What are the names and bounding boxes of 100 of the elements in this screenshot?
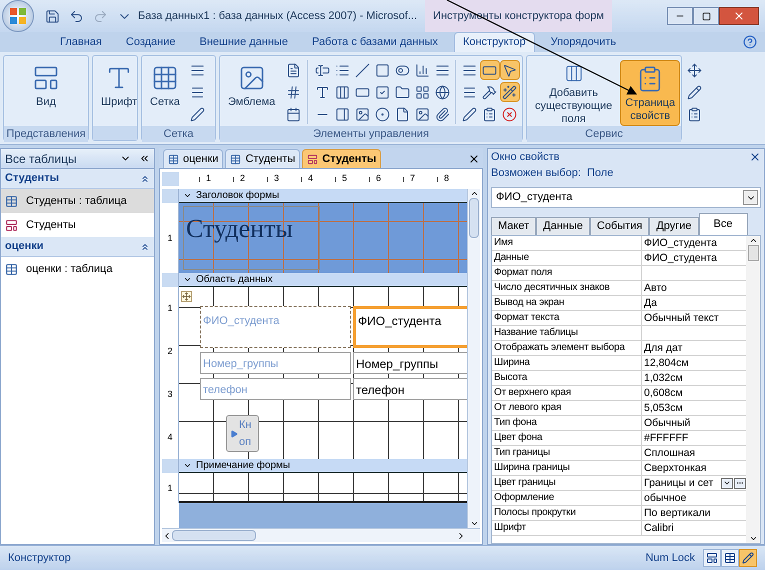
grid-button[interactable]: Сетка: [146, 60, 184, 126]
vertical-scrollbar[interactable]: [467, 189, 480, 528]
group-label-bar: [93, 126, 137, 140]
property-value[interactable]: Авто: [644, 281, 746, 295]
section-bar[interactable]: Примечание формы: [179, 459, 467, 473]
document-tab[interactable]: Студенты: [225, 149, 300, 168]
property-name: От верхнего края: [492, 386, 642, 400]
document-tab[interactable]: Студенты: [302, 149, 382, 168]
view-button[interactable]: Вид: [28, 60, 64, 126]
property-value[interactable]: 5,053см: [644, 401, 746, 415]
text-box[interactable]: телефон: [353, 378, 467, 400]
property-value[interactable]: Для дат: [644, 341, 746, 355]
view-switch-button[interactable]: [739, 549, 757, 567]
property-value[interactable]: Сплошная: [644, 446, 746, 460]
property-name: Ширина границы: [492, 461, 642, 475]
scroll-thumb[interactable]: [469, 198, 479, 238]
property-value[interactable]: 12,804см: [644, 356, 746, 370]
logo-button[interactable]: Эмблема: [224, 60, 280, 126]
property-name: Высота: [492, 371, 642, 385]
close-icon[interactable]: [468, 153, 480, 165]
group-header[interactable]: оценки: [1, 237, 154, 257]
ribbon-tab[interactable]: Внешние данные: [192, 32, 296, 52]
scroll-down-icon[interactable]: [470, 519, 478, 528]
property-value[interactable]: ФИО_студента: [644, 251, 746, 265]
table-icon: [168, 154, 179, 164]
close-icon[interactable]: [749, 151, 761, 163]
property-tab[interactable]: Макет: [491, 217, 536, 235]
ruler-number: 5: [342, 172, 347, 186]
help-icon[interactable]: [743, 35, 757, 49]
view-icon: [32, 64, 60, 92]
property-value[interactable]: Да: [644, 296, 746, 310]
font-button[interactable]: Шрифт: [97, 60, 142, 126]
collapse-icon[interactable]: [140, 242, 150, 252]
nav-item[interactable]: оценки : таблица: [1, 257, 154, 281]
ribbon-tab[interactable]: Упорядочить: [542, 32, 624, 52]
maximize-button[interactable]: [693, 7, 719, 25]
object-selector[interactable]: ФИО_студента: [491, 187, 761, 208]
close-button[interactable]: [719, 7, 759, 25]
form-view-icon: [706, 552, 718, 564]
property-value[interactable]: Сверхтонкая: [644, 461, 746, 475]
nav-item[interactable]: Студенты : таблица: [1, 189, 154, 213]
scroll-up-icon[interactable]: [748, 236, 758, 245]
property-value[interactable]: 1,032см: [644, 371, 746, 385]
box-icon[interactable]: [480, 60, 500, 80]
design-view-icon: [742, 552, 754, 564]
scroll-thumb[interactable]: [748, 245, 758, 261]
scroll-thumb[interactable]: [172, 530, 256, 541]
view-switch-button[interactable]: [721, 549, 739, 567]
ribbon-tab[interactable]: Главная: [52, 32, 110, 52]
collapse-icon: [183, 461, 192, 470]
section-bar[interactable]: Заголовок формы: [179, 189, 467, 203]
property-name: Отображать элемент выбора: [492, 341, 642, 355]
scroll-down-icon[interactable]: [748, 534, 758, 543]
document-tab[interactable]: оценки: [163, 149, 224, 168]
property-value[interactable]: обычное: [644, 491, 746, 505]
group-header[interactable]: Студенты: [1, 169, 154, 189]
property-value[interactable]: Обычный текст: [644, 311, 746, 325]
ribbon-tab[interactable]: Создание: [118, 32, 184, 52]
nav-item[interactable]: Студенты: [1, 213, 154, 237]
property-value[interactable]: Calibri: [644, 521, 746, 535]
maximize-icon: [702, 12, 710, 20]
table-icon: [230, 154, 242, 164]
property-name: Ширина: [492, 356, 642, 370]
ruler-number: 3: [274, 172, 279, 186]
text-box[interactable]: ФИО_студента: [353, 306, 467, 348]
property-tab[interactable]: События: [590, 217, 650, 235]
move-handle-icon[interactable]: [181, 291, 192, 302]
collapse-icon[interactable]: [140, 174, 150, 184]
property-tab[interactable]: Данные: [536, 217, 590, 235]
property-value[interactable]: #FFFFFF: [644, 431, 746, 445]
property-value[interactable]: Обычный: [644, 416, 746, 430]
section-bar[interactable]: Область данных: [179, 273, 467, 287]
horizontal-scrollbar[interactable]: [162, 528, 480, 542]
add-fields-button[interactable]: Добавить существующие поля: [531, 60, 616, 126]
ruler-number: 1: [167, 234, 172, 242]
play-icon: [230, 430, 238, 438]
vertical-scrollbar[interactable]: [746, 236, 760, 543]
property-value[interactable]: По вертикали: [644, 506, 746, 520]
view-switch-button[interactable]: [703, 549, 721, 567]
wand-icon[interactable]: [500, 82, 520, 102]
property-name: Имя: [492, 236, 642, 250]
property-value[interactable]: Границы и сет: [644, 476, 721, 490]
property-name: Число десятичных знаков: [492, 281, 642, 295]
group-label: Сетка: [142, 126, 215, 142]
office-button[interactable]: [2, 0, 34, 32]
ribbon-tab[interactable]: Конструктор: [454, 32, 535, 52]
collapse-icon[interactable]: [139, 153, 150, 164]
dropdown-icon[interactable]: [723, 479, 731, 487]
property-sheet-button[interactable]: Страница свойств: [620, 60, 680, 126]
pointer-icon[interactable]: [500, 60, 520, 80]
property-name: От левого края: [492, 401, 642, 415]
ribbon-tab[interactable]: Работа с базами данных: [304, 32, 446, 52]
property-tab[interactable]: Другие: [649, 217, 699, 235]
property-tab[interactable]: Все: [698, 213, 748, 235]
property-value[interactable]: ФИО_студента: [644, 236, 746, 250]
property-value[interactable]: 0,608см: [644, 386, 746, 400]
scroll-up-icon[interactable]: [470, 189, 478, 198]
ruler-number: 3: [167, 390, 172, 399]
property-name: Цвет границы: [492, 476, 642, 490]
text-box[interactable]: Номер_группы: [353, 352, 467, 374]
